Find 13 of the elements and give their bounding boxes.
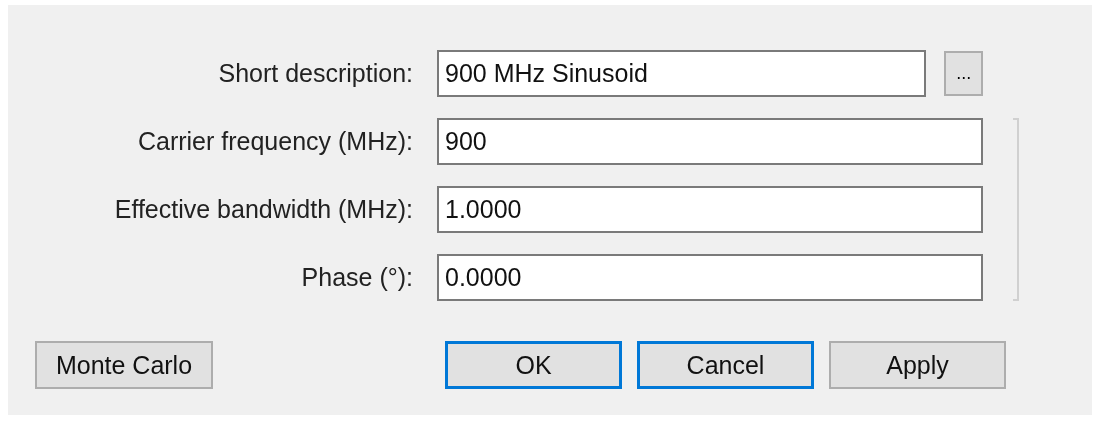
input-field[interactable]: 900 MHz Sinusoid	[437, 50, 927, 97]
input-field[interactable]: 900	[437, 118, 983, 165]
field-label: Phase (°):	[301, 263, 413, 292]
input-field[interactable]: 0.0000	[437, 254, 983, 301]
field-label: Carrier frequency (MHz):	[137, 127, 413, 156]
dialog-button[interactable]: Apply	[829, 341, 1006, 389]
dialog-button[interactable]: Monte Carlo	[35, 341, 213, 389]
browse-button[interactable]: ...	[944, 51, 983, 96]
dialog-button[interactable]: OK	[445, 341, 622, 389]
dialog-button[interactable]: Cancel	[637, 341, 814, 389]
field-label: Effective bandwidth (MHz):	[114, 195, 413, 224]
field-label: Short description:	[218, 59, 413, 88]
input-field[interactable]: 1.0000	[437, 186, 983, 233]
